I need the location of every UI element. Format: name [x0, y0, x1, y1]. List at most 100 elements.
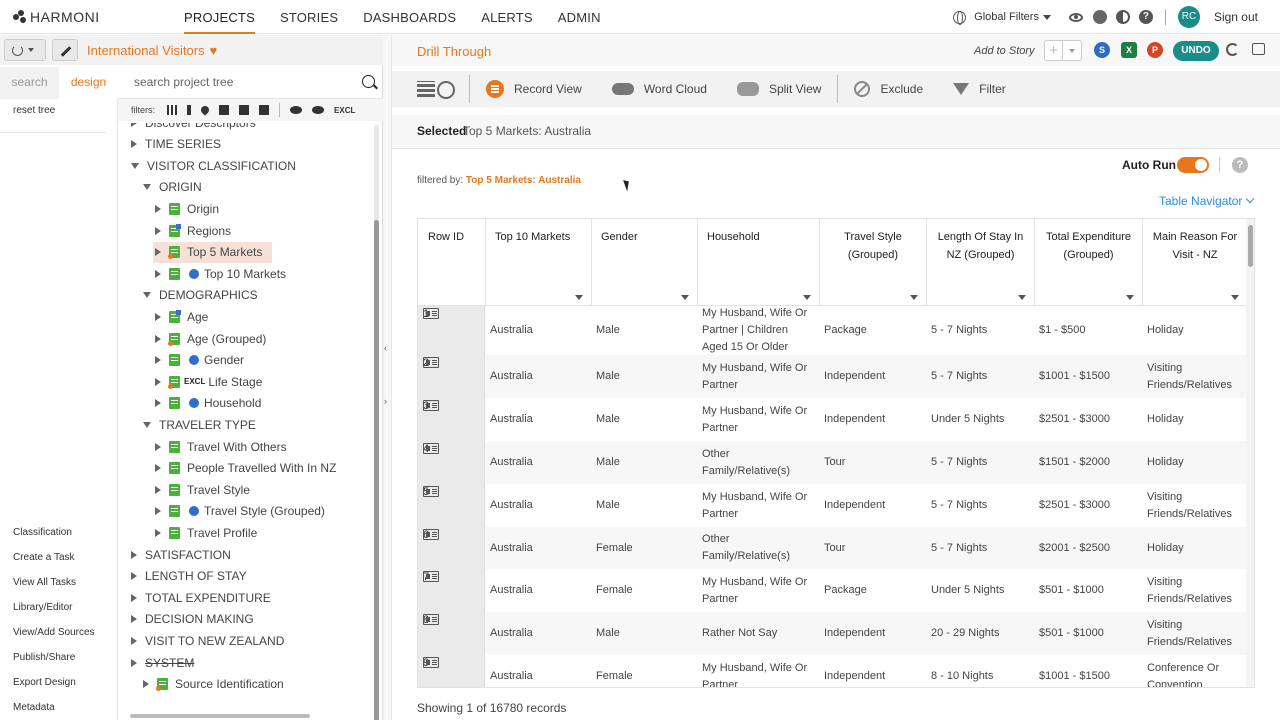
nav-dashboards[interactable]: DASHBOARDS [363, 0, 456, 34]
location-filter-icon[interactable] [199, 104, 211, 116]
sort-caret-icon[interactable] [681, 295, 689, 300]
column-header[interactable]: Household [698, 219, 820, 305]
tree-node[interactable]: Age (Grouped) [155, 328, 266, 349]
tab-search[interactable]: search [0, 67, 59, 99]
sort-caret-icon[interactable] [1018, 295, 1026, 300]
filter-button[interactable]: Filter [953, 75, 1006, 103]
tree-node[interactable]: SYSTEM [131, 652, 194, 673]
collapse-left-icon[interactable]: ‹ [384, 343, 387, 353]
tree-node[interactable]: People Travelled With In NZ [155, 458, 336, 479]
word-cloud-button[interactable]: Word Cloud [611, 75, 707, 103]
tab-design[interactable]: design [59, 67, 118, 99]
tree-node[interactable]: ORIGIN [143, 177, 202, 198]
tree-node[interactable]: TRAVELER TYPE [143, 414, 256, 435]
history-button[interactable] [4, 39, 46, 61]
record-card-icon[interactable] [423, 657, 439, 668]
column-header[interactable]: Row ID [418, 219, 486, 305]
tree-node[interactable]: LENGTH OF STAY [131, 566, 247, 587]
global-filters-label[interactable]: Global Filters [974, 11, 1039, 23]
caret-right-icon[interactable] [155, 377, 161, 386]
grid-filter-icon[interactable] [167, 105, 178, 115]
help-icon[interactable]: ? [1138, 10, 1153, 24]
split-view-button[interactable]: Split View [736, 75, 821, 103]
contrast-icon[interactable] [1115, 10, 1130, 24]
caret-right-icon[interactable] [131, 658, 137, 667]
column-header[interactable]: Length Of Stay In NZ (Grouped) [927, 219, 1035, 305]
tag-filter-icon[interactable] [259, 105, 270, 115]
record-card-icon[interactable] [423, 357, 439, 368]
hierarchy-filter-icon[interactable] [219, 105, 230, 115]
nav-alerts[interactable]: ALERTS [481, 0, 533, 34]
sidebar-link-library-editor[interactable]: Library/Editor [13, 602, 95, 627]
nav-projects[interactable]: PROJECTS [184, 0, 255, 34]
sidebar-link-classification[interactable]: Classification [13, 527, 95, 552]
caret-right-icon[interactable] [131, 572, 137, 581]
table-scrollbar-thumb[interactable] [1248, 225, 1253, 267]
back-to-grid-icon[interactable] [417, 79, 455, 99]
caret-right-icon[interactable] [155, 334, 161, 343]
tree-node[interactable]: TOTAL EXPENDITURE [131, 587, 271, 608]
column-header[interactable]: Travel Style (Grouped) [820, 219, 927, 305]
record-card-icon[interactable] [423, 400, 439, 411]
caret-right-icon[interactable] [155, 507, 161, 516]
help-icon[interactable]: ? [1232, 157, 1248, 173]
tree-node[interactable]: TIME SERIES [131, 134, 221, 155]
record-card-icon[interactable] [423, 614, 439, 625]
tree-node[interactable]: Travel Profile [155, 522, 257, 543]
tree-node[interactable]: Discover Descriptors [131, 123, 256, 133]
tree-node[interactable]: Travel Style [155, 479, 250, 500]
globe-icon[interactable] [953, 10, 967, 25]
search-input[interactable] [134, 67, 354, 97]
comment-icon[interactable] [1252, 43, 1265, 55]
caret-down-icon[interactable] [143, 421, 151, 428]
record-card-icon[interactable] [423, 486, 439, 497]
plus-icon[interactable]: + [1045, 41, 1064, 60]
tree-node[interactable]: Origin [155, 198, 219, 219]
tree-scrollbar-thumb[interactable] [374, 220, 379, 720]
caret-right-icon[interactable] [131, 550, 137, 559]
record-card-icon[interactable] [423, 443, 439, 454]
sidebar-link-view-add-sources[interactable]: View/Add Sources [13, 627, 95, 652]
tree-node[interactable]: Regions [155, 220, 231, 241]
panel-splitter[interactable]: ‹ › [383, 35, 392, 720]
tree-node[interactable]: DEMOGRAPHICS [143, 285, 258, 306]
column-header[interactable]: Top 10 Markets [486, 219, 592, 305]
sas-icon[interactable]: S [1094, 42, 1110, 58]
column-header[interactable]: Total Expenditure (Grouped) [1035, 219, 1143, 305]
table-navigator-link[interactable]: Table Navigator [1159, 194, 1255, 208]
caret-right-icon[interactable] [131, 615, 137, 624]
tree-node[interactable]: Age [155, 306, 208, 327]
caret-right-icon[interactable] [155, 442, 161, 451]
caret-right-icon[interactable] [155, 356, 161, 365]
tree-node[interactable]: Household [155, 393, 261, 414]
caret-right-icon[interactable] [131, 636, 137, 645]
caret-right-icon[interactable] [155, 528, 161, 537]
caret-right-icon[interactable] [155, 204, 161, 213]
caret-right-icon[interactable] [155, 464, 161, 473]
caret-right-icon[interactable] [155, 485, 161, 494]
sidebar-link-view-all-tasks[interactable]: View All Tasks [13, 577, 95, 602]
tree-node[interactable]: Source Identification [143, 674, 284, 695]
sidebar-link-publish-share[interactable]: Publish/Share [13, 652, 95, 677]
excel-icon[interactable]: X [1121, 42, 1137, 58]
expand-right-icon[interactable]: › [384, 396, 387, 406]
heart-icon[interactable]: ♥ [210, 43, 218, 58]
caret-right-icon[interactable] [131, 593, 137, 602]
sort-caret-icon[interactable] [1126, 295, 1134, 300]
eye-icon[interactable] [1068, 12, 1083, 22]
auto-run-toggle[interactable] [1177, 157, 1209, 173]
caret-right-icon[interactable] [155, 312, 161, 321]
chevron-down-icon[interactable] [1042, 14, 1051, 20]
caret-right-icon[interactable] [155, 269, 161, 278]
table-scrollbar-track[interactable] [1246, 219, 1254, 687]
tree-node[interactable]: EXCL Life Stage [155, 371, 262, 392]
tree-node[interactable]: Travel With Others [155, 436, 287, 457]
caret-right-icon[interactable] [131, 140, 137, 149]
edit-button[interactable] [52, 39, 78, 61]
tree-node[interactable]: Top 5 Markets [153, 241, 273, 263]
harmoni-logo[interactable]: HARMONI [13, 9, 100, 25]
sort-caret-icon[interactable] [910, 295, 918, 300]
sort-caret-icon[interactable] [575, 295, 583, 300]
sort-caret-icon[interactable] [803, 295, 811, 300]
record-card-icon[interactable] [423, 308, 439, 319]
